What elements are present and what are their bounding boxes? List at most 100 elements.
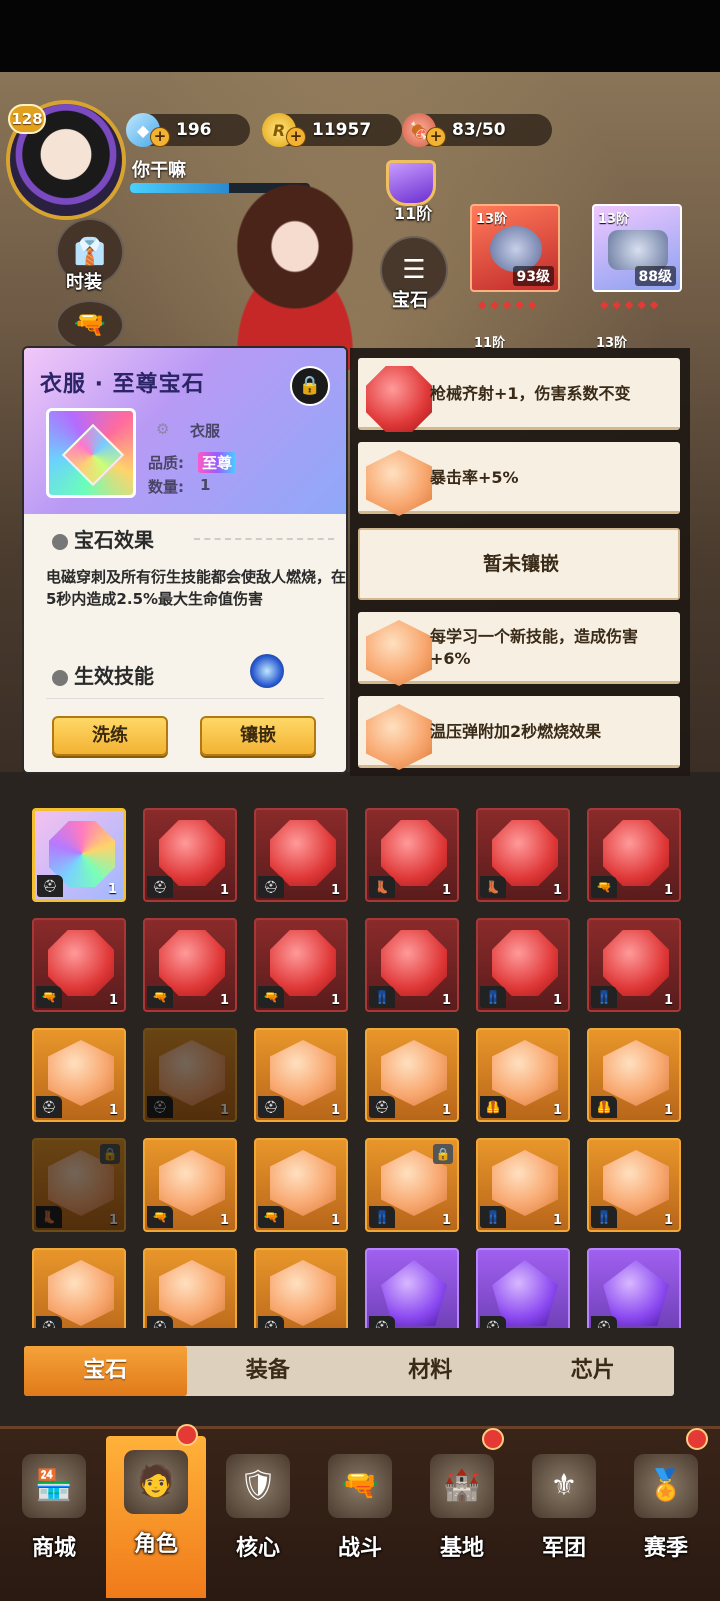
inventory-gem-cell[interactable]: 👢 1: [476, 808, 570, 902]
inventory-gem-cell[interactable]: ⛑: [254, 1248, 348, 1328]
skill-icon[interactable]: [250, 654, 284, 688]
inventory-gem-cell[interactable]: ⛑: [32, 1248, 126, 1328]
gem-slot[interactable]: 暴击率+5%: [358, 442, 680, 516]
inventory-gem-cell[interactable]: ⛑ 1: [365, 1028, 459, 1122]
boot-icon: 👢: [480, 876, 506, 898]
inventory-gem-cell[interactable]: 👢 1: [365, 808, 459, 902]
inventory-gem-cell[interactable]: ⛑ 1: [32, 808, 126, 902]
inventory-gem-cell[interactable]: 👖 1: [365, 918, 459, 1012]
gun-icon: 🔫: [258, 1206, 284, 1228]
nav-item-5[interactable]: ⚜ 军团: [514, 1440, 614, 1590]
inventory-gem-cell[interactable]: 🦺 1: [587, 1028, 681, 1122]
gem-slot[interactable]: 温压弹附加2秒燃烧效果: [358, 696, 680, 770]
gem-count: 1: [552, 993, 562, 1008]
inventory-gem-cell[interactable]: ⛑: [143, 1248, 237, 1328]
inventory-gem-cell[interactable]: ⛑ 1: [254, 808, 348, 902]
quality-value: 至尊: [198, 452, 237, 473]
coin-count: 11957: [312, 120, 372, 140]
inventory-gem-cell[interactable]: ⛑: [365, 1248, 459, 1328]
inventory-gem-cell[interactable]: ⛑ 1: [143, 1028, 237, 1122]
nav-item-4[interactable]: 🏰 基地: [412, 1428, 512, 1590]
lock-button[interactable]: 🔒: [290, 366, 330, 406]
inventory-gem-cell[interactable]: 🔫 1: [143, 918, 237, 1012]
add-coin-button[interactable]: +: [286, 127, 306, 147]
inventory-gem-cell[interactable]: 👖 1: [587, 1138, 681, 1232]
diamond-resource[interactable]: ◆ + 196: [126, 113, 250, 147]
notification-badge: [686, 1428, 708, 1450]
slot-effect-text: 温压弹附加2秒燃烧效果: [430, 722, 602, 741]
inventory-gem-cell[interactable]: 👖 1: [476, 1138, 570, 1232]
pants-icon: 👖: [369, 986, 395, 1008]
helmet-icon: ⛑: [147, 876, 173, 898]
gem-count: 1: [330, 883, 340, 898]
tab-0[interactable]: 宝石: [24, 1346, 187, 1396]
nav-item-1[interactable]: 🧑 角色: [106, 1424, 206, 1598]
nav-item-6[interactable]: 🏅 赛季: [616, 1428, 716, 1590]
gem-count: 1: [219, 883, 229, 898]
gem-count: 1: [108, 993, 118, 1008]
lock-icon: 🔒: [433, 1144, 453, 1164]
count-value: 1: [200, 476, 211, 494]
pants-icon: 👖: [591, 986, 617, 1008]
gem-count: 1: [219, 1103, 229, 1118]
tab-2[interactable]: 材料: [349, 1346, 512, 1396]
inventory-gem-cell[interactable]: ⛑: [476, 1248, 570, 1328]
nav-item-3[interactable]: 🔫 战斗: [310, 1440, 410, 1590]
inventory-gem-cell[interactable]: ⛑ 1: [32, 1028, 126, 1122]
gun-icon: 🔫: [258, 986, 284, 1008]
equipment-card-gloves[interactable]: 13阶 88级: [592, 204, 682, 292]
tab-1[interactable]: 装备: [187, 1346, 350, 1396]
inventory-gem-cell[interactable]: 👖 1 🔒: [365, 1138, 459, 1232]
gem-slot[interactable]: 每学习一个新技能，造成伤害+6%: [358, 612, 680, 686]
nav-label: 军团: [541, 1536, 586, 1561]
inventory-gem-cell[interactable]: 🔫 1: [32, 918, 126, 1012]
helmet-icon: ⛑: [258, 876, 284, 898]
nav-icon: 🏰: [430, 1454, 494, 1518]
inventory-gem-cell[interactable]: ⛑ 1: [254, 1028, 348, 1122]
diamond-count: 196: [176, 120, 212, 140]
refine-button[interactable]: 洗练: [52, 716, 168, 756]
pants-icon: 👖: [480, 1206, 506, 1228]
divider: [194, 538, 334, 540]
coin-resource[interactable]: R + 11957: [262, 113, 402, 147]
inventory-gem-cell[interactable]: 🔫 1: [143, 1138, 237, 1232]
inventory-tab-bar: 宝石 装备 材料 芯片: [24, 1346, 674, 1396]
slot-effect-text: 枪械齐射+1，伤害系数不变: [430, 384, 631, 403]
add-diamond-button[interactable]: +: [150, 127, 170, 147]
gem-count: 1: [663, 1103, 673, 1118]
nav-item-2[interactable]: 🛡 核心: [208, 1440, 308, 1590]
gem-title: 衣服 · 至尊宝石: [40, 372, 205, 397]
character-portrait: [180, 180, 410, 370]
nav-label: 商城: [31, 1536, 76, 1561]
gem-slot[interactable]: 暂未镶嵌: [358, 528, 680, 600]
stamina-resource[interactable]: 🍖 + 83/50: [402, 113, 552, 147]
effect-description: 电磁穿刺及所有衍生技能都会使敌人燃烧，在5秒内造成2.5%最大生命值伤害: [46, 568, 346, 608]
fashion-label: 时装: [66, 272, 102, 293]
nav-label: 赛季: [643, 1536, 688, 1561]
inventory-gem-cell[interactable]: ⛑ 1: [143, 808, 237, 902]
inventory-gem-cell[interactable]: 👢 1 🔒: [32, 1138, 126, 1232]
gem-detail-panel: 衣服 · 至尊宝石 🔒 ⚙ 衣服 品质: 至尊 数量: 1 宝石效果 电磁穿刺及…: [24, 348, 346, 772]
inventory-gem-cell[interactable]: ⛑: [587, 1248, 681, 1328]
red-gem-icon: [366, 366, 432, 432]
notification-badge: [482, 1428, 504, 1450]
inventory-gem-cell[interactable]: 🔫 1: [254, 1138, 348, 1232]
orange-gem-icon: [366, 704, 432, 770]
nav-item-0[interactable]: 🏪 商城: [4, 1440, 104, 1590]
helmet-icon: ⛑: [480, 1316, 506, 1328]
inventory-gem-cell[interactable]: 🦺 1: [476, 1028, 570, 1122]
inventory-gem-cell[interactable]: 🔫 1: [587, 808, 681, 902]
inventory-gem-cell[interactable]: 👖 1: [587, 918, 681, 1012]
gem-slot[interactable]: 枪械齐射+1，伤害系数不变: [358, 358, 680, 432]
lock-icon: 🔒: [100, 1144, 120, 1164]
nav-icon: 🛡: [226, 1454, 290, 1518]
gem-count: 1: [552, 883, 562, 898]
inventory-gem-cell[interactable]: 👖 1: [476, 918, 570, 1012]
weapon-button[interactable]: 🔫: [56, 300, 124, 350]
tab-3[interactable]: 芯片: [512, 1346, 675, 1396]
inventory-gem-cell[interactable]: 🔫 1: [254, 918, 348, 1012]
add-stamina-button[interactable]: +: [426, 127, 446, 147]
equipment-card-helmet[interactable]: 13阶 93级: [470, 204, 560, 292]
player-name: 你干嘛: [132, 160, 186, 181]
inlay-button[interactable]: 镶嵌: [200, 716, 316, 756]
